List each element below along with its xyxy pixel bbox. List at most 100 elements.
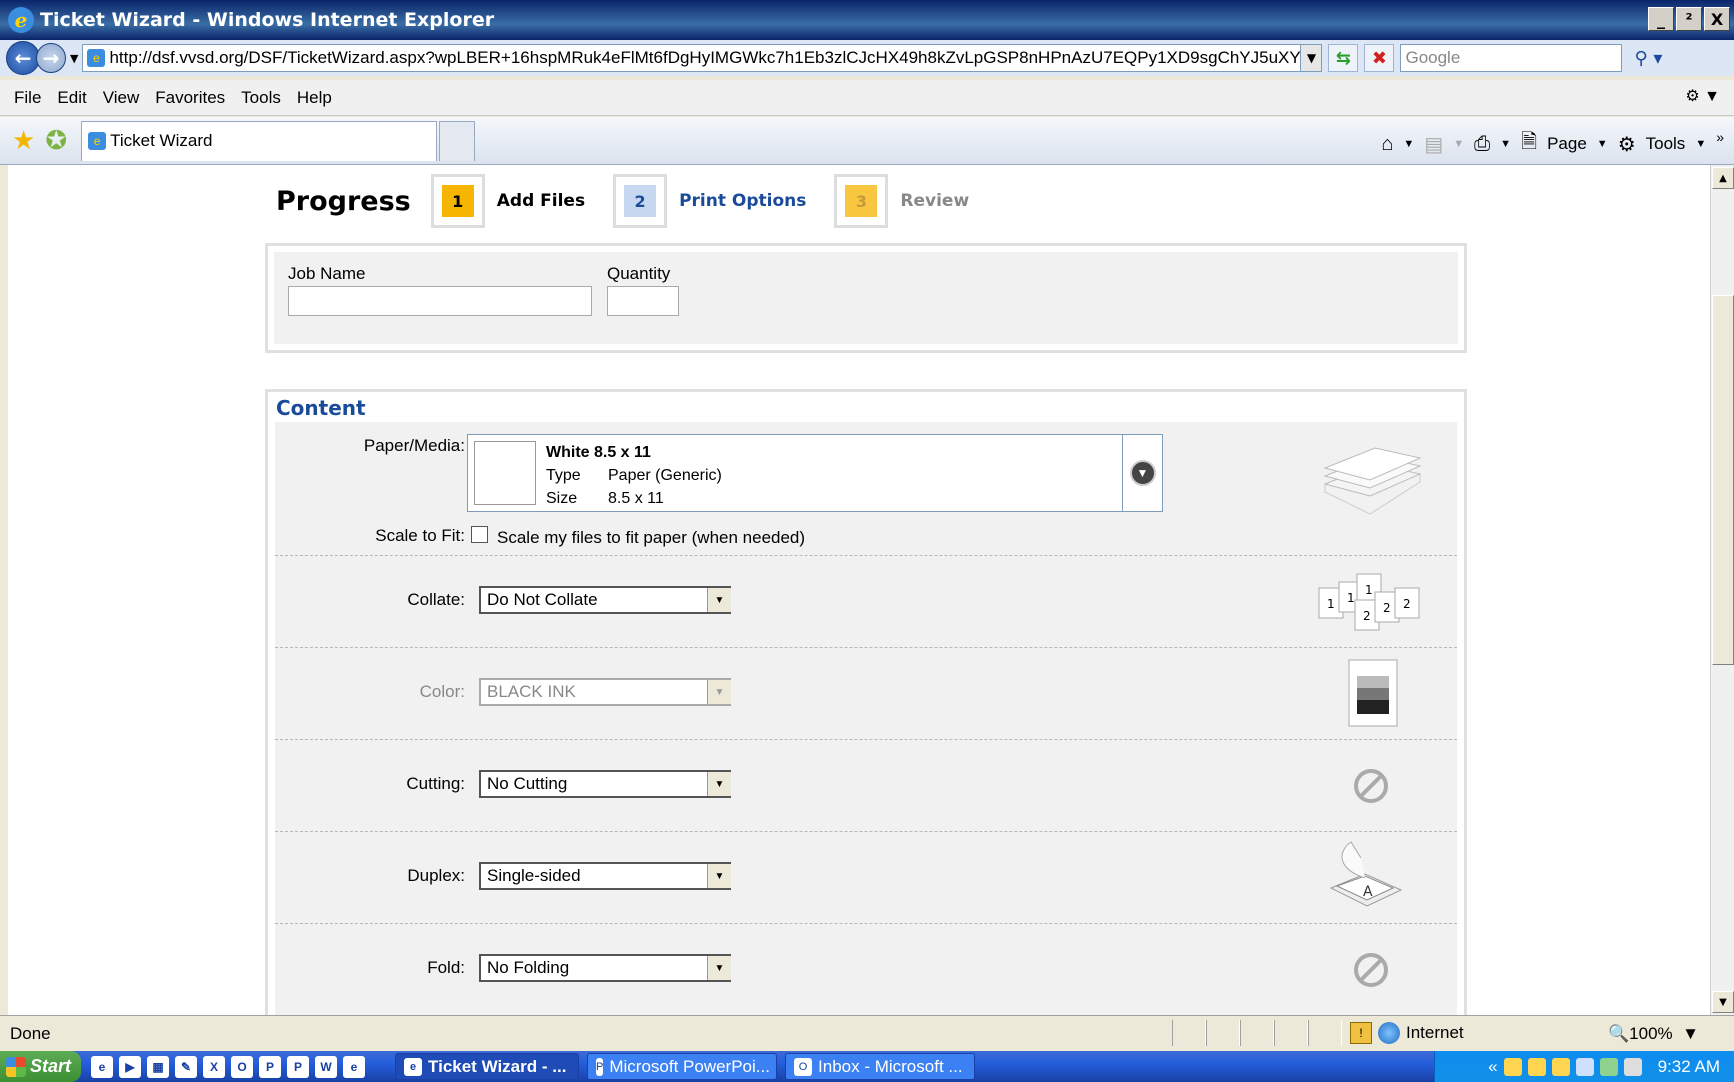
content-rows: Paper/Media: White 8.5 x 11 Type Paper (G… bbox=[275, 422, 1457, 1015]
scroll-up-icon[interactable]: ▲ bbox=[1712, 167, 1734, 189]
collate-select[interactable]: Do Not Collate ▼ bbox=[479, 586, 731, 614]
paper-media-selector[interactable]: White 8.5 x 11 Type Paper (Generic) Size 8… bbox=[467, 434, 1163, 512]
color-select[interactable]: BLACK INK ▼ bbox=[479, 678, 731, 706]
start-button[interactable]: Start bbox=[0, 1051, 82, 1082]
job-section: Job Name Quantity bbox=[265, 243, 1467, 353]
home-dropdown-icon[interactable]: ▼ bbox=[1403, 138, 1414, 150]
search-icon[interactable]: ⚲ ▾ bbox=[1628, 44, 1668, 72]
tools-menu-button[interactable]: Tools bbox=[1646, 134, 1686, 154]
vertical-scrollbar[interactable]: ▲ ▼ bbox=[1710, 165, 1734, 1015]
cutting-label: Cutting: bbox=[406, 774, 465, 793]
print-dropdown-icon[interactable]: ▼ bbox=[1500, 138, 1511, 150]
job-name-input[interactable] bbox=[288, 286, 592, 316]
feeds-icon[interactable]: ▤ bbox=[1424, 132, 1443, 157]
duplex-select[interactable]: Single-sided ▼ bbox=[479, 862, 731, 890]
security-zone[interactable]: ! Internet bbox=[1350, 1022, 1464, 1044]
minimize-button[interactable]: _ bbox=[1648, 7, 1674, 31]
tray-expand-button[interactable]: « bbox=[1488, 1057, 1497, 1077]
step-label: Add Files bbox=[496, 191, 586, 211]
color-label: Color: bbox=[419, 682, 465, 701]
step-add-files[interactable]: 1 Add Files bbox=[430, 174, 586, 228]
step-number: 3 bbox=[845, 185, 878, 217]
content-title: Content bbox=[276, 396, 366, 420]
step-print-options[interactable]: 2 Print Options bbox=[613, 174, 806, 228]
feeds-dropdown-icon[interactable]: ▼ bbox=[1453, 138, 1464, 150]
page-menu-button[interactable]: Page bbox=[1547, 134, 1587, 154]
task-inbox[interactable]: O Inbox - Microsoft ... bbox=[785, 1053, 976, 1080]
ql-paint-icon[interactable]: ✎ bbox=[175, 1055, 198, 1078]
tray-clock-icon[interactable] bbox=[1527, 1057, 1546, 1076]
tray-app-icon[interactable] bbox=[1551, 1057, 1570, 1076]
ql-powerpoint-icon[interactable]: P bbox=[287, 1055, 310, 1078]
zoom-control[interactable]: 🔍100% ▼ bbox=[1608, 1024, 1699, 1044]
refresh-icon[interactable]: ⇆ bbox=[1328, 44, 1359, 72]
ql-media-icon[interactable]: ▶ bbox=[119, 1055, 142, 1078]
address-input[interactable]: e http://dsf.vvsd.org/DSF/TicketWizard.a… bbox=[82, 44, 1323, 72]
quantity-input[interactable] bbox=[607, 286, 679, 316]
new-tab-button[interactable] bbox=[439, 120, 476, 161]
window-title: Ticket Wizard - Windows Internet Explore… bbox=[40, 9, 495, 31]
zoom-value: 100% bbox=[1629, 1024, 1673, 1043]
forward-button[interactable]: → bbox=[36, 43, 66, 73]
tab-label: Ticket Wizard bbox=[110, 131, 213, 150]
menu-bar: File Edit View Favorites Tools Help ⚙ ▼ bbox=[0, 80, 1734, 116]
tray-mail-icon[interactable] bbox=[1503, 1057, 1522, 1076]
windows-flag-icon bbox=[6, 1056, 26, 1077]
ql-ie2-icon[interactable]: e bbox=[343, 1055, 366, 1078]
restore-button[interactable]: ² bbox=[1676, 7, 1702, 31]
tab-row: ★ ✪ e Ticket Wizard ⌂ ▼ ▤ ▼ ⎙ ▼ 🗎 Page ▼ ⚙ T… bbox=[0, 117, 1734, 165]
ql-publisher-icon[interactable]: P bbox=[259, 1055, 282, 1078]
ql-ie-icon[interactable]: e bbox=[91, 1055, 114, 1078]
paper-type: Type Paper (Generic) bbox=[546, 467, 722, 484]
menu-file[interactable]: File bbox=[14, 88, 41, 108]
tab-ticket-wizard[interactable]: e Ticket Wizard bbox=[81, 120, 438, 161]
menu-tools[interactable]: Tools bbox=[241, 88, 281, 108]
toolbar-options-icon[interactable]: ⚙ ▼ bbox=[1685, 86, 1720, 106]
ql-excel-icon[interactable]: X bbox=[203, 1055, 226, 1078]
menu-edit[interactable]: Edit bbox=[57, 88, 86, 108]
internet-globe-icon bbox=[1378, 1022, 1400, 1044]
tray-monitor-icon[interactable] bbox=[1623, 1057, 1642, 1076]
scroll-thumb[interactable] bbox=[1712, 295, 1734, 665]
task-powerpoint[interactable]: P Microsoft PowerPoi... bbox=[587, 1053, 778, 1080]
favorites-star-icon[interactable]: ★ bbox=[12, 125, 35, 156]
svg-text:1: 1 bbox=[1365, 583, 1373, 597]
scroll-down-icon[interactable]: ▼ bbox=[1712, 991, 1734, 1013]
paper-thumbnail bbox=[474, 441, 536, 505]
window-controls: _ ² X bbox=[1648, 7, 1730, 31]
step-badge: 2 bbox=[613, 174, 668, 228]
page-dropdown-icon[interactable]: ▼ bbox=[1597, 138, 1608, 150]
ql-word-icon[interactable]: W bbox=[315, 1055, 338, 1078]
paper-media-label: Paper/Media: bbox=[363, 436, 465, 455]
fold-select[interactable]: No Folding ▼ bbox=[479, 954, 731, 982]
tools-dropdown-icon[interactable]: ▼ bbox=[1695, 138, 1706, 150]
back-button[interactable]: ← bbox=[6, 41, 40, 75]
address-dropdown-icon[interactable]: ▼ bbox=[1300, 44, 1323, 72]
status-cells bbox=[1172, 1020, 1342, 1046]
menu-help[interactable]: Help bbox=[297, 88, 332, 108]
chevron-more-icon[interactable]: » bbox=[1716, 129, 1724, 145]
cutting-select[interactable]: No Cutting ▼ bbox=[479, 770, 731, 798]
print-icon[interactable]: ⎙ bbox=[1474, 133, 1490, 156]
menu-favorites[interactable]: Favorites bbox=[155, 88, 225, 108]
quantity-label: Quantity bbox=[607, 264, 671, 283]
ql-outlook-icon[interactable]: O bbox=[231, 1055, 254, 1078]
task-ticket-wizard[interactable]: e Ticket Wizard - ... bbox=[395, 1053, 580, 1080]
add-favorite-icon[interactable]: ✪ bbox=[45, 125, 67, 156]
home-icon[interactable]: ⌂ bbox=[1381, 133, 1393, 156]
history-dropdown-icon[interactable]: ▼ bbox=[70, 52, 78, 65]
progress-header: Progress 1 Add Files 2 Print Options 3 R… bbox=[276, 173, 997, 229]
tray-network-icon[interactable] bbox=[1575, 1057, 1594, 1076]
scale-to-fit-checkbox[interactable] bbox=[471, 526, 488, 543]
close-button[interactable]: X bbox=[1704, 7, 1730, 31]
search-input[interactable]: Google bbox=[1400, 44, 1623, 72]
tray-security-icon[interactable] bbox=[1599, 1057, 1618, 1076]
menu-view[interactable]: View bbox=[103, 88, 140, 108]
ql-calc-icon[interactable]: ▦ bbox=[147, 1055, 170, 1078]
paper-dropdown-button[interactable]: ▼ bbox=[1122, 435, 1162, 511]
step-number: 1 bbox=[441, 185, 474, 217]
step-review[interactable]: 3 Review bbox=[834, 174, 969, 228]
no-cutting-icon bbox=[1354, 769, 1388, 803]
scale-to-fit-text: Scale my files to fit paper (when needed… bbox=[497, 528, 806, 547]
stop-icon[interactable]: ✖ bbox=[1364, 44, 1395, 72]
